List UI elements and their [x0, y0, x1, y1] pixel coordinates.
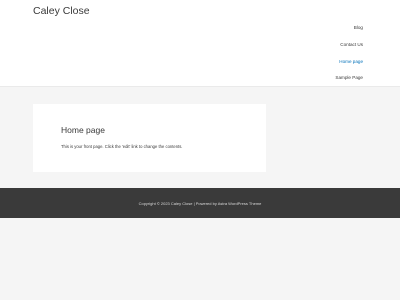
- nav-item-sample-page[interactable]: Sample Page: [335, 75, 363, 81]
- page-title: Home page: [61, 125, 105, 135]
- site-footer: Copyright © 2023 Caley Close | Powered b…: [0, 188, 400, 218]
- content-card: Home page This is your front page. Click…: [33, 104, 266, 172]
- footer-copyright: Copyright © 2023 Caley Close | Powered b…: [138, 201, 262, 206]
- site-header: Caley Close Blog Contact Us Home page Sa…: [0, 0, 400, 87]
- nav-item-home-page[interactable]: Home page: [339, 59, 363, 65]
- nav-item-contact-us[interactable]: Contact Us: [340, 42, 363, 48]
- site-title-link[interactable]: Caley Close: [33, 4, 90, 18]
- main-navigation: Blog Contact Us Home page Sample Page: [243, 0, 363, 86]
- page-body-text: This is your front page. Click the 'edit…: [61, 144, 183, 149]
- nav-item-blog[interactable]: Blog: [354, 25, 363, 31]
